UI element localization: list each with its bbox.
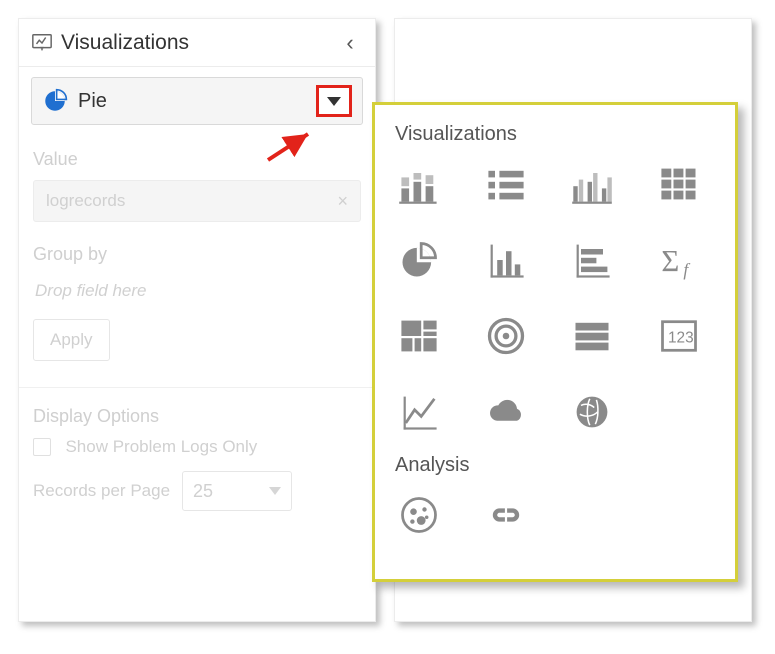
popup-analysis-heading: Analysis (395, 454, 719, 477)
viz-summation[interactable]: Σf (655, 236, 703, 284)
analysis-link[interactable] (482, 491, 530, 539)
svg-text:Σ: Σ (661, 244, 679, 278)
chevron-down-icon (269, 487, 281, 495)
viz-list[interactable] (482, 160, 530, 208)
analysis-cluster[interactable] (395, 491, 443, 539)
records-per-page-select[interactable]: 25 (182, 471, 292, 511)
svg-text:123: 123 (668, 330, 694, 347)
viz-number-tile[interactable]: 123 (655, 312, 703, 360)
records-per-page-row: Records per Page 25 (33, 471, 361, 511)
value-field[interactable]: logrecords × (33, 180, 361, 222)
clear-value-icon[interactable]: × (337, 180, 348, 222)
chevron-down-icon (327, 97, 341, 106)
svg-text:f: f (683, 259, 690, 279)
show-problem-logs-label: Show Problem Logs Only (65, 437, 257, 456)
show-problem-logs-checkbox[interactable] (33, 438, 51, 456)
panel-header: Visualizations ‹ (19, 19, 375, 67)
viz-table-rows[interactable] (568, 312, 616, 360)
show-problem-logs-row[interactable]: Show Problem Logs Only (33, 437, 361, 457)
pie-icon (42, 88, 68, 114)
viz-treemap[interactable] (395, 312, 443, 360)
value-label: Value (33, 149, 361, 170)
viz-pie[interactable] (395, 236, 443, 284)
groupby-dropzone[interactable]: Drop field here (33, 275, 361, 319)
groupby-label: Group by (33, 244, 361, 265)
chart-type-popup: Visualizations Σf 123 Analysis (372, 102, 738, 582)
viz-line[interactable] (395, 388, 443, 436)
collapse-button[interactable]: ‹ (337, 30, 363, 56)
viz-cloud[interactable] (482, 388, 530, 436)
chart-type-dropdown-button[interactable] (316, 85, 352, 117)
viz-grid[interactable] (655, 160, 703, 208)
viz-horizontal-bar[interactable] (568, 236, 616, 284)
viz-target-gauge[interactable] (482, 312, 530, 360)
records-per-page-value: 25 (193, 481, 213, 502)
records-per-page-label: Records per Page (33, 481, 170, 501)
panel-body: Value logrecords × Group by Drop field h… (19, 125, 375, 511)
monitor-chart-icon (31, 32, 53, 54)
panel-title: Visualizations (61, 31, 337, 55)
chart-type-selector[interactable]: Pie (31, 77, 363, 125)
value-field-text: logrecords (46, 180, 125, 222)
divider (19, 387, 375, 388)
viz-grouped-bar[interactable] (568, 160, 616, 208)
viz-stacked-bar[interactable] (395, 160, 443, 208)
analysis-grid (391, 491, 719, 547)
apply-button[interactable]: Apply (33, 319, 110, 361)
chart-type-label: Pie (78, 90, 316, 113)
visualizations-grid: Σf 123 (391, 160, 719, 444)
viz-globe[interactable] (568, 388, 616, 436)
viz-bar[interactable] (482, 236, 530, 284)
visualizations-panel: Visualizations ‹ Pie Value logrecords × … (18, 18, 376, 622)
display-options-heading: Display Options (33, 406, 361, 427)
popup-visualizations-heading: Visualizations (395, 123, 719, 146)
